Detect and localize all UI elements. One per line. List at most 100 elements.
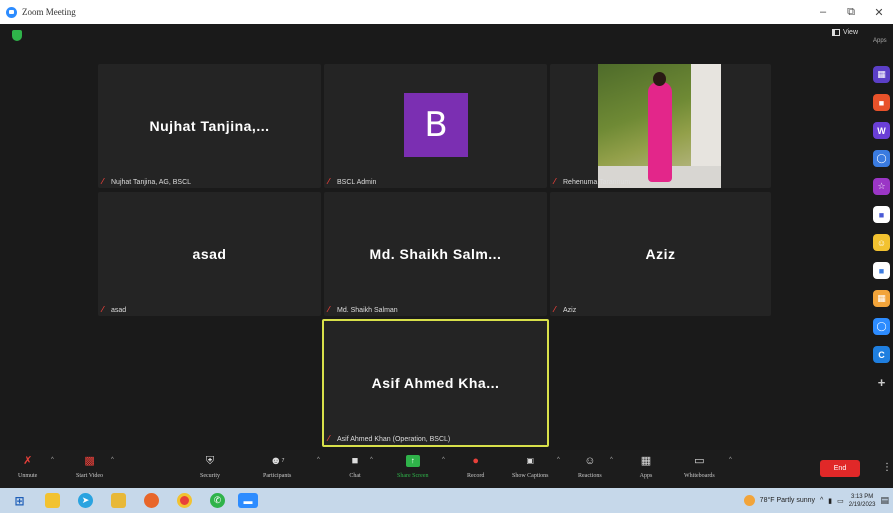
muted-mic-icon: ⁄ (102, 177, 104, 186)
participant-tile[interactable]: Aziz ⁄ Aziz (550, 192, 771, 316)
participant-name: BSCL Admin (337, 178, 377, 186)
end-meeting-button[interactable]: End (820, 460, 860, 477)
participant-label: ⁄ asad (102, 306, 126, 314)
participant-display-name: asad (192, 246, 227, 262)
video-person-head (653, 72, 666, 86)
meeting-controls: ✗ Unmute ^ ▩ Start Video ^ ⛨ Security ☻ 7… (0, 450, 893, 488)
participant-tile[interactable]: Nujhat Tanjina,... ⁄ Nujhat Tanjina, AG, … (98, 64, 321, 188)
app-icon[interactable]: ▦ (873, 66, 890, 83)
muted-mic-icon: ⁄ (328, 177, 330, 186)
participant-tile[interactable]: B ⁄ BSCL Admin (324, 64, 547, 188)
app-icon[interactable]: ☆ (873, 178, 890, 195)
microphone-icon[interactable]: ▮ (828, 497, 832, 505)
app-icon[interactable]: W (873, 122, 890, 139)
chrome-icon[interactable] (177, 493, 192, 508)
video-person (648, 82, 672, 182)
chevron-up-icon[interactable]: ^ (370, 457, 373, 463)
participant-video (598, 64, 721, 188)
chevron-up-icon[interactable]: ^ (557, 457, 560, 463)
sticky-notes-icon[interactable] (45, 493, 60, 508)
notification-icon[interactable]: ▤ (880, 495, 889, 506)
chevron-up-icon[interactable]: ^ (729, 457, 732, 463)
app-icon[interactable]: ■ (873, 206, 890, 223)
unmute-button[interactable]: ✗ Unmute ^ (18, 455, 54, 479)
whatsapp-icon[interactable]: ✆ (210, 493, 225, 508)
chevron-up-icon[interactable]: ^ (820, 497, 823, 504)
participant-label: ⁄ Aziz (554, 306, 576, 314)
minimize-button[interactable]: – (809, 0, 837, 24)
apps-button[interactable]: ▦ Apps (639, 455, 653, 479)
zoom-taskbar-icon[interactable]: ▬ (238, 493, 258, 508)
participant-tile-active[interactable]: Asif Ahmed Kha... ⁄ Asif Ahmed Khan (Oper… (322, 319, 549, 447)
participant-label: ⁄ BSCL Admin (328, 178, 376, 186)
more-options-icon[interactable]: ⋮ (882, 462, 892, 473)
app-icon[interactable]: ▦ (873, 290, 890, 307)
reactions-button[interactable]: ☺ Reactions ^ (578, 455, 613, 479)
apps-grid-icon: ▦ (640, 455, 652, 467)
weather-text[interactable]: 78°F Partly sunny (760, 497, 815, 504)
participant-display-name: Md. Shaikh Salm... (369, 246, 502, 262)
windows-start-icon[interactable]: ⊞ (12, 493, 27, 508)
show-captions-button[interactable]: ▣ Show Captions ^ (512, 455, 560, 479)
weather-icon (743, 495, 755, 506)
muted-mic-icon: ⁄ (328, 305, 330, 314)
file-explorer-icon[interactable] (111, 493, 126, 508)
security-shield-icon[interactable] (12, 30, 22, 41)
video-off-icon: ▩ (84, 455, 95, 467)
app-icon[interactable]: ☺ (873, 234, 890, 251)
share-screen-button[interactable]: ↑ Share Screen ^ (397, 455, 445, 479)
firefox-icon[interactable] (144, 493, 159, 508)
smiley-icon: ☺ (584, 455, 596, 467)
participant-label: ⁄ Nujhat Tanjina, AG, BSCL (102, 178, 191, 186)
add-app-icon[interactable]: + (873, 374, 890, 391)
participant-name: Asif Ahmed Khan (Operation, BSCL) (337, 435, 451, 443)
participants-button[interactable]: ☻ 7 Participants ^ (263, 455, 320, 479)
chevron-up-icon[interactable]: ^ (317, 457, 320, 463)
reactions-label: Reactions (578, 473, 602, 479)
display-icon[interactable]: ▭ (837, 497, 844, 505)
app-icon[interactable]: ■ (873, 94, 890, 111)
participant-display-name: Aziz (645, 246, 676, 262)
shield-icon: ⛨ (205, 455, 215, 467)
security-button[interactable]: ⛨ Security (200, 455, 220, 479)
app-icon[interactable]: ◯ (873, 318, 890, 335)
participant-tile[interactable]: Md. Shaikh Salm... ⁄ Md. Shaikh Salman (324, 192, 547, 316)
chevron-up-icon[interactable]: ^ (111, 457, 114, 463)
chevron-up-icon[interactable]: ^ (610, 457, 613, 463)
record-button[interactable]: ● Record (467, 455, 484, 479)
record-label: Record (467, 473, 485, 479)
participant-label: ⁄ Md. Shaikh Salman (328, 306, 398, 314)
meeting-area: View Nujhat Tanjina,... ⁄ Nujhat Tanjina,… (0, 24, 868, 450)
chat-label: Chat (349, 473, 361, 479)
participant-display-name: Nujhat Tanjina,... (149, 118, 270, 134)
chat-button[interactable]: ■ Chat ^ (348, 455, 373, 479)
app-icon[interactable]: ■ (873, 262, 890, 279)
share-screen-icon: ↑ (405, 455, 420, 467)
close-button[interactable]: ✕ (865, 0, 893, 24)
muted-mic-icon: ⁄ (554, 305, 556, 314)
restore-button[interactable]: ⧉ (837, 0, 865, 24)
participant-tile[interactable]: asad ⁄ asad (98, 192, 321, 316)
participant-display-name: Asif Ahmed Kha... (371, 375, 500, 391)
apps-sidebar-label: Apps (873, 38, 887, 44)
show-captions-label: Show Captions (512, 473, 549, 479)
chevron-up-icon[interactable]: ^ (51, 457, 54, 463)
whiteboards-label: Whiteboards (684, 473, 715, 479)
chat-bubble-icon: ■ (351, 455, 359, 467)
participant-name: asad (111, 306, 127, 314)
window-title: Zoom Meeting (22, 7, 76, 17)
start-video-button[interactable]: ▩ Start Video ^ (76, 455, 114, 479)
telegram-icon[interactable]: ➤ (78, 493, 93, 508)
view-button[interactable]: View (831, 29, 858, 36)
zoom-logo-icon (6, 6, 17, 18)
windows-taskbar: ⊞ ➤ ✆ ▬ 78°F Partly sunny ^ ▮ ▭ 3:13 PM … (0, 488, 893, 513)
whiteboards-button[interactable]: ▭ Whiteboards ^ (684, 455, 732, 479)
app-icon[interactable]: C (873, 346, 890, 363)
clock-time: 3:13 PM (850, 493, 874, 500)
app-icon[interactable]: ◯ (873, 150, 890, 167)
participant-name: Rehenuma Tarannum (563, 178, 631, 186)
participant-tile[interactable]: ⁄ Rehenuma Tarannum (550, 64, 771, 188)
chevron-up-icon[interactable]: ^ (442, 457, 445, 463)
taskbar-clock[interactable]: 3:13 PM 2/19/2023 (849, 493, 876, 509)
participant-label: ⁄ Rehenuma Tarannum (554, 178, 630, 186)
